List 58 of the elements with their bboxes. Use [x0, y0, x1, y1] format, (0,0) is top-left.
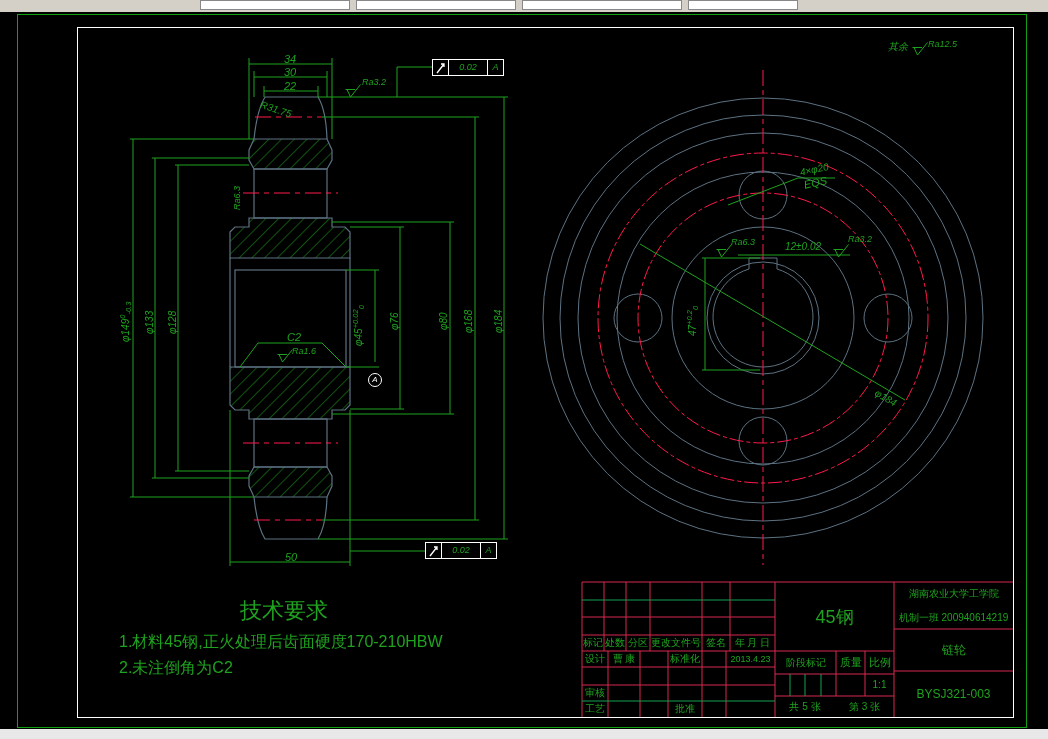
roughness-symbol-icon — [912, 42, 928, 56]
roughness-symbol-icon — [833, 244, 849, 258]
header-cell: 标记 — [583, 638, 603, 648]
header-cell: 质量 — [839, 657, 862, 668]
roughness-symbol-icon — [277, 349, 293, 363]
roughness-symbol-icon — [716, 244, 732, 258]
roughness-label: Ra6.3 — [731, 238, 756, 247]
diameter-label: φ128 — [168, 310, 178, 334]
dimension-label: 34 — [284, 54, 297, 65]
datum-letter: A — [485, 546, 492, 555]
diameter-label: φ80 — [439, 312, 449, 330]
roughness-label: Ra1.6 — [292, 347, 317, 356]
diameter-label: φ184 — [494, 309, 504, 333]
scale-cell: 1:1 — [872, 680, 887, 690]
dimension-label: 4×φ20 — [799, 161, 830, 178]
diameter-label: φ133 — [145, 310, 155, 334]
part-name-cell: 链轮 — [941, 644, 966, 656]
header-cell: 比例 — [868, 657, 891, 668]
material-cell: 45钢 — [815, 607, 854, 626]
diameter-label: φ76 — [390, 312, 400, 330]
diameter-label: φ168 — [464, 309, 474, 333]
header-cell: 处数 — [605, 638, 625, 648]
requirement-text: 2.未注倒角为C2 — [119, 660, 233, 676]
chamfer-label: C2 — [287, 332, 302, 343]
requirements-title: 技术要求 — [240, 600, 328, 622]
sheet-number-cell: 第 3 张 — [848, 701, 881, 712]
diameter-label: φ184 — [873, 388, 899, 409]
sheet-count-cell: 共 5 张 — [789, 701, 821, 712]
radius-label: R31.75 — [258, 100, 293, 120]
roughness-label: Ra6.3 — [233, 185, 242, 210]
class-cell: 机制一班 200940614219 — [898, 612, 1009, 623]
header-cell: 更改文件号 — [651, 638, 701, 648]
dimension-label: 22 — [284, 81, 297, 92]
dimension-label: 30 — [284, 67, 297, 78]
table-cell: 曹 康 — [612, 654, 636, 664]
dimension-label: 50 — [285, 552, 298, 563]
tolerance-value: 0.02 — [452, 546, 470, 555]
datum-letter: A — [492, 63, 499, 72]
table-cell: 工艺 — [585, 704, 605, 714]
header-cell: 签名 — [706, 638, 726, 648]
roughness-label: Ra12.5 — [928, 40, 958, 49]
header-cell: 阶段标记 — [785, 657, 826, 668]
header-cell: 年 月 日 — [734, 638, 771, 648]
table-cell: 设计 — [585, 654, 605, 664]
table-cell: 2013.4.23 — [730, 654, 771, 664]
tolerance-value: 0.02 — [459, 63, 477, 72]
school-cell: 湖南农业大学工学院 — [908, 589, 999, 599]
dimension-label: 12±0.02 — [785, 242, 822, 252]
roughness-symbol-icon — [345, 84, 361, 98]
table-cell: 标准化 — [670, 654, 700, 664]
drawing-number-cell: BYSJ321-003 — [916, 688, 991, 700]
note-label: 其余 — [888, 42, 908, 52]
table-cell: 审核 — [585, 688, 605, 698]
requirement-text: 1.材料45钢,正火处理后齿面硬度170-210HBW — [119, 634, 443, 650]
table-cell: 批准 — [675, 704, 695, 714]
header-cell: 分区 — [628, 638, 648, 648]
dimension-label: EQS — [803, 175, 828, 191]
roughness-label: Ra3.2 — [362, 78, 387, 87]
